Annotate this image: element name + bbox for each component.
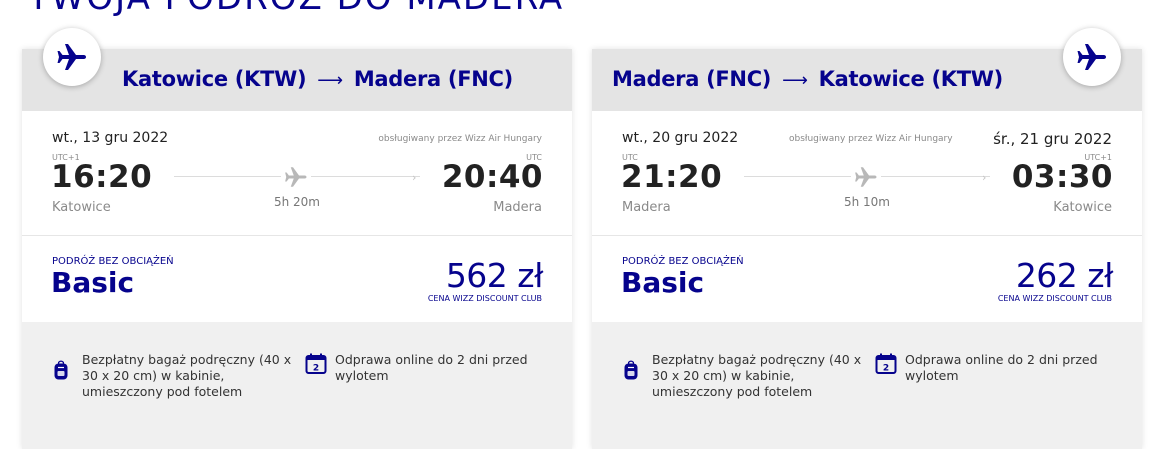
flight-card-return: Madera (FNC) ⟶ Katowice (KTW) wt., 20 gr… (592, 28, 1142, 449)
flight-card-outbound: Katowice (KTW) ⟶ Madera (FNC) wt., 13 gr… (22, 28, 572, 449)
route-header: Madera (FNC) ⟶ Katowice (KTW) (592, 49, 1142, 111)
price: 562 zł (445, 256, 544, 295)
route-destination: Katowice (KTW) (818, 67, 1004, 91)
route-title: Katowice (KTW) ⟶ Madera (FNC) (122, 67, 513, 91)
departure-city: Katowice (52, 200, 111, 215)
route-destination: Madera (FNC) (353, 67, 513, 91)
calendar-icon: 2 (305, 353, 327, 379)
flight-info: wt., 13 gru 2022 obsługiwany przez Wizz … (22, 111, 572, 236)
arrival-city: Madera (493, 200, 542, 215)
fare-section: PODRÓŻ BEZ OBCIĄŻEŃ Basic 262 zł CENA WI… (592, 236, 1142, 322)
benefit-online-checkin: Odprawa online do 2 dni przed wylotem (335, 352, 528, 383)
arrival-date: śr., 21 gru 2022 (993, 130, 1112, 148)
route-arrow: ⟶ (782, 70, 808, 91)
departure-date: wt., 13 gru 2022 (52, 130, 169, 146)
operator-label: obsługiwany przez Wizz Air Hungary (789, 134, 953, 144)
arrival-time: 20:40 (441, 159, 543, 195)
airplane-icon (43, 28, 101, 86)
plane-icon (851, 164, 881, 190)
calendar-icon: 2 (875, 353, 897, 379)
price: 262 zł (1015, 256, 1114, 295)
airplane-icon (1063, 28, 1121, 86)
fare-name: Basic (51, 266, 135, 299)
calendar-day: 2 (313, 364, 319, 374)
benefit-cabin-bag: Bezpłatny bagaż podręczny (40 x 30 x 20 … (82, 352, 292, 399)
backpack-icon (53, 359, 69, 385)
flight-info: wt., 20 gru 2022 obsługiwany przez Wizz … (592, 111, 1142, 236)
fare-name: Basic (621, 266, 705, 299)
price-note: CENA WIZZ DISCOUNT CLUB (427, 294, 542, 303)
operator-label: obsługiwany przez Wizz Air Hungary (378, 134, 542, 144)
departure-date: wt., 20 gru 2022 (622, 130, 739, 146)
chevron-right-icon: › (982, 171, 987, 184)
flight-duration: 5h 10m (843, 195, 890, 209)
chevron-right-icon: › (412, 171, 417, 184)
route-origin: Madera (FNC) (612, 67, 772, 91)
benefit-online-checkin: Odprawa online do 2 dni przed wylotem (905, 352, 1098, 383)
plane-icon (281, 164, 311, 190)
fare-section: PODRÓŻ BEZ OBCIĄŻEŃ Basic 562 zł CENA WI… (22, 236, 572, 322)
calendar-day: 2 (883, 364, 889, 374)
route-title: Madera (FNC) ⟶ Katowice (KTW) (612, 67, 1003, 91)
flight-duration: 5h 20m (273, 195, 320, 209)
departure-time: 21:20 (621, 159, 723, 195)
departure-city: Madera (622, 200, 671, 215)
page-title: TWOJA PODRÓŻ DO MADERA (28, 0, 564, 18)
arrival-time: 03:30 (1011, 159, 1113, 195)
route-origin: Katowice (KTW) (122, 67, 307, 91)
benefit-cabin-bag: Bezpłatny bagaż podręczny (40 x 30 x 20 … (652, 352, 862, 399)
arrival-city: Katowice (1053, 200, 1112, 215)
route-arrow: ⟶ (317, 70, 343, 91)
backpack-icon (623, 359, 639, 385)
price-note: CENA WIZZ DISCOUNT CLUB (997, 294, 1112, 303)
departure-time: 16:20 (51, 159, 153, 195)
route-header: Katowice (KTW) ⟶ Madera (FNC) (22, 49, 572, 111)
